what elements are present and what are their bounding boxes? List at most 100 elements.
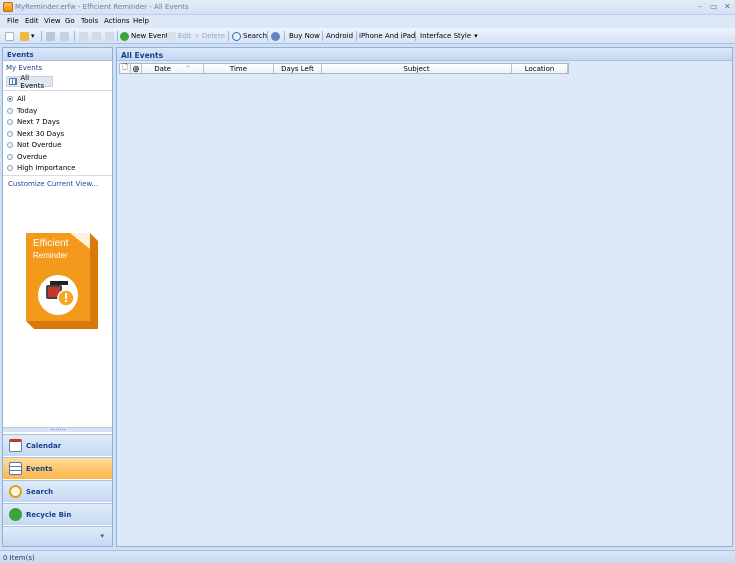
edit-button[interactable]: Edit: [167, 30, 192, 42]
chevron-down-icon: ▾: [474, 32, 478, 40]
menu-help[interactable]: Help: [133, 17, 149, 25]
cut-icon[interactable]: [79, 30, 90, 42]
all-events-item[interactable]: All Events: [6, 74, 53, 90]
magnifier-icon: [232, 31, 241, 41]
delete-button[interactable]: ✕ Delete: [194, 30, 225, 42]
calendar-icon: [9, 439, 22, 452]
toolbar-separator: [74, 31, 75, 41]
nav-recycle-bin-button[interactable]: Recycle Bin: [3, 503, 112, 525]
search-icon: [9, 485, 22, 498]
copy-icon[interactable]: [92, 30, 103, 42]
plus-icon: [120, 31, 129, 41]
toolbar-separator: [267, 31, 268, 41]
radio-selected-icon: [7, 95, 13, 102]
toolbar-separator: [356, 31, 357, 41]
delete-x-icon: ✕: [194, 32, 200, 40]
events-icon: [9, 462, 22, 475]
help-icon: [271, 31, 280, 41]
filter-label: Today: [17, 106, 38, 115]
radio-icon: [7, 141, 13, 148]
filter-all[interactable]: All: [7, 93, 26, 104]
help-button[interactable]: [271, 30, 282, 42]
nav-label: Calendar: [26, 441, 62, 450]
interface-style-label: Interface Style: [420, 32, 472, 40]
menu-view[interactable]: View: [44, 17, 61, 25]
pane-splitter[interactable]: [3, 427, 112, 432]
maximize-icon[interactable]: ▭: [710, 2, 718, 11]
divider: [3, 90, 112, 91]
filter-next-30-days[interactable]: Next 30 Days: [7, 128, 64, 139]
left-pane: Events My Events All Events All Today Ne…: [2, 47, 113, 547]
left-pane-header: Events: [3, 48, 112, 61]
toolbar-separator: [284, 31, 285, 41]
radio-icon: [7, 130, 13, 137]
my-events-label: My Events: [6, 64, 43, 72]
filter-label: Next 7 Days: [17, 117, 60, 126]
splitter-grip: [51, 429, 65, 430]
menu-tools[interactable]: Tools: [81, 17, 98, 25]
print-icon[interactable]: [46, 30, 57, 42]
paste-icon[interactable]: [105, 30, 116, 42]
filter-label: High Importance: [17, 163, 76, 172]
minimize-icon[interactable]: –: [698, 2, 702, 11]
nav-search-button[interactable]: Search: [3, 480, 112, 502]
column-date[interactable]: Date ^: [142, 64, 204, 73]
divider: [3, 175, 112, 176]
radio-icon: [7, 164, 13, 171]
filter-label: Overdue: [17, 152, 47, 161]
search-button[interactable]: Search: [232, 30, 267, 42]
menu-edit[interactable]: Edit: [25, 17, 39, 25]
menu-actions[interactable]: Actions: [104, 17, 130, 25]
filter-today[interactable]: Today: [7, 105, 37, 116]
buy-now-button[interactable]: Buy Now: [289, 30, 320, 42]
radio-icon: [7, 118, 13, 125]
attachment-column-icon[interactable]: @: [131, 64, 142, 73]
grid-header: 🗋 @ Date ^ Time Days Left Subject Locatio…: [119, 63, 569, 74]
toolbar-separator: [322, 31, 323, 41]
toolbar-separator: [117, 31, 118, 41]
nav-footer: ▾: [3, 526, 112, 546]
menu-go[interactable]: Go: [65, 17, 75, 25]
filter-next-7-days[interactable]: Next 7 Days: [7, 116, 60, 127]
document-column-icon[interactable]: 🗋: [120, 63, 131, 73]
menu-file[interactable]: File: [7, 17, 19, 25]
nav-label: Recycle Bin: [26, 510, 72, 519]
box-title-line1: Efficient: [33, 238, 69, 249]
nav-calendar-button[interactable]: Calendar: [3, 434, 112, 456]
column-subject[interactable]: Subject: [322, 64, 512, 73]
title-bar: MyReminder.erfw - Efficient Reminder - A…: [0, 0, 735, 15]
filter-label: Next 30 Days: [17, 129, 65, 138]
filter-not-overdue[interactable]: Not Overdue: [7, 139, 61, 150]
nav-events-button[interactable]: Events: [3, 457, 112, 479]
new-event-button[interactable]: New Event: [120, 30, 169, 42]
edit-label: Edit: [178, 32, 192, 40]
chevron-down-icon[interactable]: ▾: [100, 532, 104, 540]
nav-label: Events: [26, 464, 53, 473]
grid-icon: [9, 78, 18, 85]
open-file-icon[interactable]: ▾: [20, 30, 35, 42]
radio-icon: [7, 153, 13, 160]
window-title: MyReminder.erfw - Efficient Reminder - A…: [15, 3, 189, 11]
box-title-line2: Reminder: [33, 251, 68, 260]
column-location[interactable]: Location: [512, 64, 568, 73]
toolbar-separator: [228, 31, 229, 41]
customize-view-link[interactable]: Customize Current View...: [8, 180, 98, 188]
filter-high-importance[interactable]: High Importance: [7, 162, 75, 173]
interface-style-button[interactable]: Interface Style ▾: [420, 30, 478, 42]
sort-up-icon: ^: [184, 64, 191, 73]
radio-icon: [7, 107, 13, 114]
close-icon[interactable]: ✕: [724, 2, 731, 11]
toolbar: ▾ New Event Edit ✕ Delete Search Buy Now …: [0, 28, 735, 44]
filter-label: All: [17, 94, 26, 103]
recycle-bin-icon: [9, 508, 22, 521]
app-icon: [3, 2, 13, 12]
delete-label: Delete: [201, 32, 225, 40]
filter-overdue[interactable]: Overdue: [7, 151, 47, 162]
iphone-ipad-button[interactable]: iPhone And iPad: [359, 30, 415, 42]
column-days-left[interactable]: Days Left: [274, 64, 322, 73]
column-time[interactable]: Time: [204, 64, 274, 73]
android-button[interactable]: Android: [326, 30, 353, 42]
new-file-icon[interactable]: [5, 30, 16, 42]
print-preview-icon[interactable]: [60, 30, 71, 42]
column-label: Date: [154, 64, 171, 73]
